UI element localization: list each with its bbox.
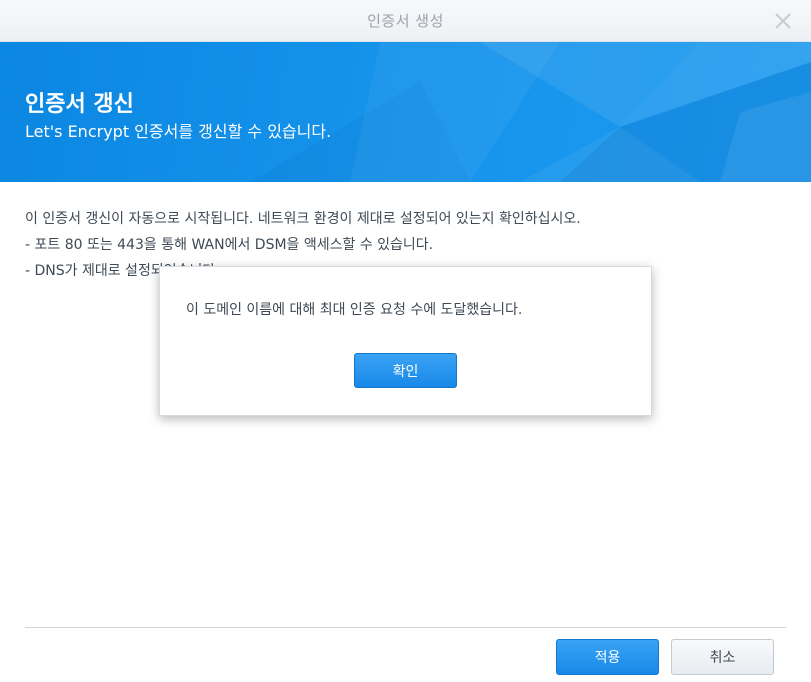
alert-message: 이 도메인 이름에 대해 최대 인증 요청 수에 도달했습니다. bbox=[186, 302, 523, 318]
ok-button[interactable]: 확인 bbox=[354, 353, 457, 388]
close-button[interactable] bbox=[773, 11, 793, 31]
certificate-dialog: 인증서 생성 인증서 갱신 Let's Encrypt 인증서를 갱신할 수 있… bbox=[0, 0, 811, 682]
window-title: 인증서 생성 bbox=[367, 12, 444, 30]
title-bar: 인증서 생성 bbox=[0, 0, 811, 42]
alert-modal: 이 도메인 이름에 대해 최대 인증 요청 수에 도달했습니다. 확인 bbox=[159, 266, 652, 416]
banner-subtitle: Let's Encrypt 인증서를 갱신할 수 있습니다. bbox=[25, 122, 332, 141]
cancel-button[interactable]: 취소 bbox=[671, 639, 774, 675]
description-line: - 포트 80 또는 443을 통해 WAN에서 DSM을 액세스할 수 있습니… bbox=[25, 237, 434, 253]
header-banner: 인증서 갱신 Let's Encrypt 인증서를 갱신할 수 있습니다. bbox=[0, 42, 811, 182]
banner-title: 인증서 갱신 bbox=[25, 92, 134, 117]
close-icon bbox=[775, 13, 791, 29]
description-line: 이 인증서 갱신이 자동으로 시작됩니다. 네트워크 환경이 제대로 설정되어 … bbox=[25, 211, 581, 227]
footer-divider bbox=[25, 627, 786, 628]
apply-button[interactable]: 적용 bbox=[556, 639, 659, 675]
